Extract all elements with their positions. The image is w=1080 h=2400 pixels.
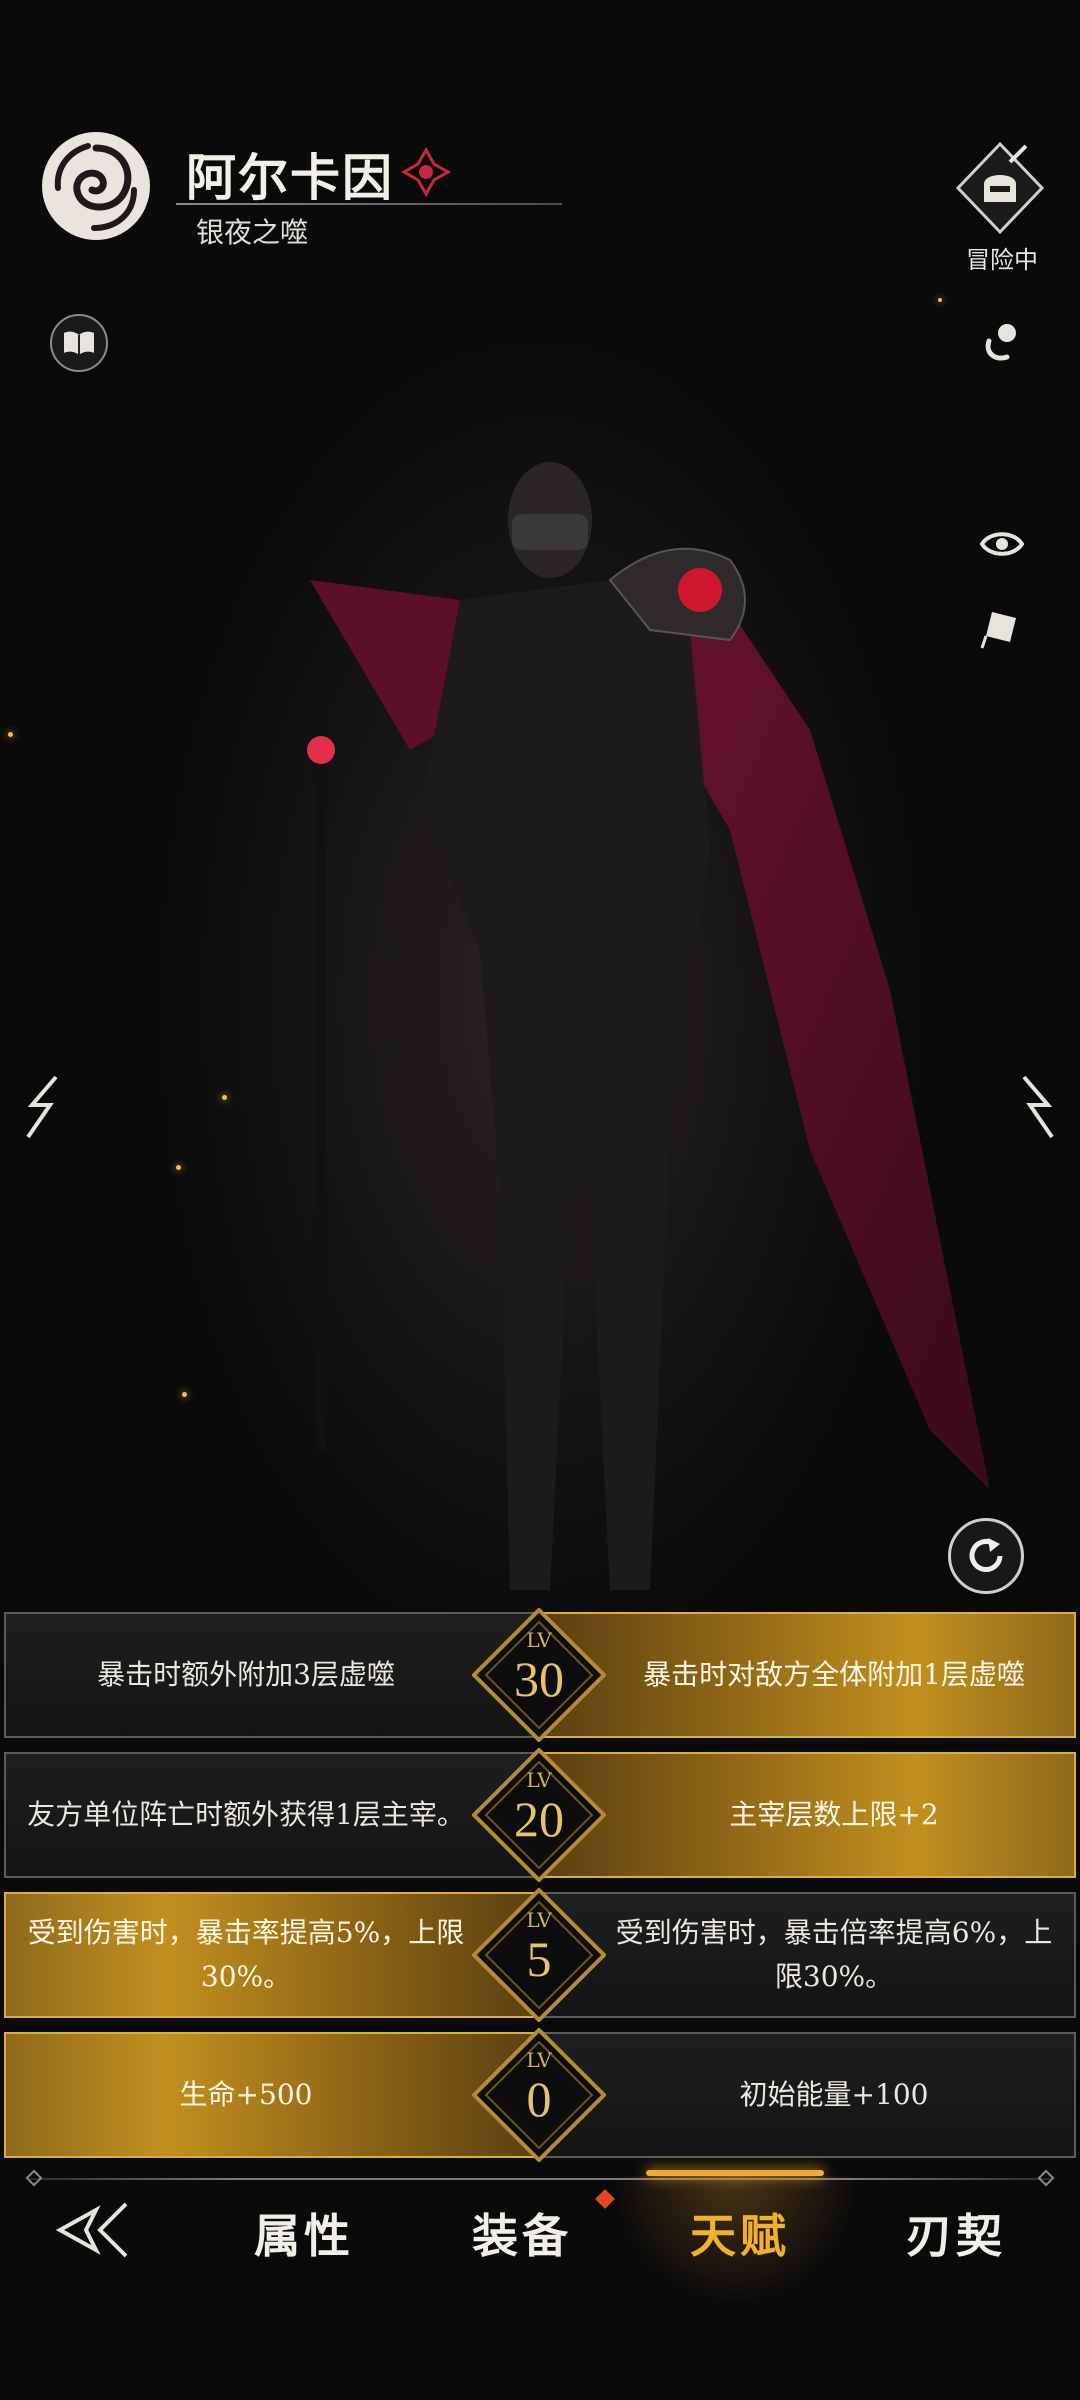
level-value: 30 (514, 1651, 564, 1707)
pose-button[interactable] (974, 314, 1030, 370)
talent-option-right[interactable]: 受到伤害时，暴击倍率提高6%，上限30%。 (540, 1892, 1076, 2018)
level-label: LV (526, 1908, 552, 1932)
ember-spark (176, 1165, 181, 1170)
character-name-text: 阿尔卡因 (186, 148, 394, 207)
tag-button[interactable] (974, 602, 1030, 658)
talent-option-left[interactable]: 友方单位阵亡时额外获得1层主宰。 (4, 1752, 540, 1878)
active-tab-indicator (646, 2170, 824, 2176)
helmet-sword-icon[interactable] (952, 140, 1048, 236)
talent-text: 暴击时额外附加3层虚噬 (97, 1658, 395, 1691)
crimson-rune-icon[interactable] (400, 146, 452, 198)
spiral-emblem-icon (42, 132, 150, 240)
previous-character-arrow[interactable] (20, 1075, 64, 1139)
tab-blade-pact[interactable]: 刃契 (906, 2200, 1006, 2266)
talent-row: 生命+500 初始能量+100 LV 0 (4, 2028, 1076, 2162)
eye-icon (980, 532, 1024, 556)
level-label: LV (526, 2048, 552, 2072)
level-value: 20 (514, 1791, 564, 1847)
talent-option-left[interactable]: 生命+500 (4, 2032, 540, 2158)
tab-equipment[interactable]: 装备 (472, 2200, 572, 2266)
talent-option-left[interactable]: 暴击时额外附加3层虚噬 (4, 1612, 540, 1738)
pose-icon (985, 324, 1016, 361)
ember-spark (222, 1095, 227, 1100)
character-name: 阿尔卡因 (186, 138, 394, 210)
tab-talent[interactable]: 天赋 (690, 2200, 790, 2266)
talent-text: 友方单位阵亡时额外获得1层主宰。 (27, 1798, 465, 1831)
tab-attributes[interactable]: 属性 (254, 2200, 354, 2266)
refresh-icon (969, 1538, 1003, 1572)
adventure-status-label: 冒险中 (966, 246, 1038, 274)
nav-divider (30, 2178, 1050, 2180)
talent-text: 生命+500 (179, 2078, 313, 2111)
game-logo-icon[interactable] (56, 2200, 136, 2260)
character-model[interactable] (290, 430, 990, 1610)
talent-option-right[interactable]: 主宰层数上限+2 (540, 1752, 1076, 1878)
talent-row: 受到伤害时，暴击率提高5%，上限30%。 受到伤害时，暴击倍率提高6%，上限30… (4, 1888, 1076, 2022)
talent-text: 暴击时对敌方全体附加1层虚噬 (643, 1658, 1025, 1691)
ember-spark (938, 298, 942, 302)
talent-row: 暴击时额外附加3层虚噬 暴击时对敌方全体附加1层虚噬 LV 30 (4, 1608, 1076, 1742)
character-title: 银夜之噬 (196, 216, 309, 249)
visibility-button[interactable] (974, 516, 1030, 572)
level-label: LV (526, 1768, 552, 1792)
talent-text: 受到伤害时，暴击率提高5%，上限30%。 (27, 1916, 465, 1993)
book-icon (64, 331, 94, 355)
tag-icon (980, 612, 1016, 649)
refresh-button[interactable] (948, 1518, 1024, 1594)
level-value: 5 (526, 1931, 552, 1987)
talent-row: 友方单位阵亡时额外获得1层主宰。 主宰层数上限+2 LV 20 (4, 1748, 1076, 1882)
next-character-arrow[interactable] (1016, 1075, 1060, 1139)
ember-spark (182, 1392, 187, 1397)
talent-option-right[interactable]: 暴击时对敌方全体附加1层虚噬 (540, 1612, 1076, 1738)
level-label: LV (526, 1628, 552, 1652)
talent-text: 受到伤害时，暴击倍率提高6%，上限30%。 (615, 1916, 1053, 1993)
name-underline (176, 203, 562, 205)
ember-spark (8, 732, 13, 737)
talent-text: 主宰层数上限+2 (729, 1798, 939, 1831)
level-value: 0 (526, 2071, 552, 2127)
book-button[interactable] (50, 314, 108, 372)
talent-option-left[interactable]: 受到伤害时，暴击率提高5%，上限30%。 (4, 1892, 540, 2018)
talent-text: 初始能量+100 (739, 2078, 929, 2111)
talent-option-right[interactable]: 初始能量+100 (540, 2032, 1076, 2158)
